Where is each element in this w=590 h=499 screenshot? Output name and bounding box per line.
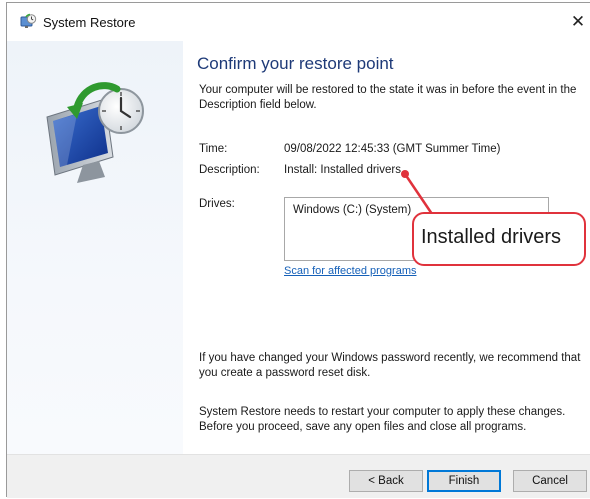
sidebar-panel — [7, 41, 183, 454]
drives-label: Drives: — [199, 198, 235, 210]
window-title: System Restore — [43, 15, 136, 30]
system-restore-icon — [19, 13, 37, 31]
back-button[interactable]: < Back — [349, 470, 423, 492]
finish-button[interactable]: Finish — [427, 470, 501, 492]
cancel-button[interactable]: Cancel — [513, 470, 587, 492]
time-label: Time: — [199, 143, 228, 155]
button-bar: < Back Finish Cancel — [7, 454, 590, 498]
scan-affected-programs-link[interactable]: Scan for affected programs — [284, 265, 416, 277]
password-note: If you have changed your Windows passwor… — [199, 352, 581, 379]
system-restore-monitor-clock-icon — [37, 77, 153, 185]
time-value: 09/08/2022 12:45:33 (GMT Summer Time) — [284, 143, 501, 155]
intro-text: Your computer will be restored to the st… — [199, 84, 577, 111]
restart-note: System Restore needs to restart your com… — [199, 406, 566, 433]
description-label: Description: — [199, 164, 260, 176]
annotation-callout: Installed drivers — [412, 212, 586, 266]
close-button[interactable]: ✕ — [566, 9, 590, 35]
annotation-text: Installed drivers — [421, 226, 562, 248]
description-value: Install: Installed drivers — [284, 164, 401, 176]
page-heading: Confirm your restore point — [197, 54, 394, 73]
title-bar: System Restore ✕ — [7, 3, 590, 41]
drive-item[interactable]: Windows (C:) (System) — [293, 204, 411, 216]
